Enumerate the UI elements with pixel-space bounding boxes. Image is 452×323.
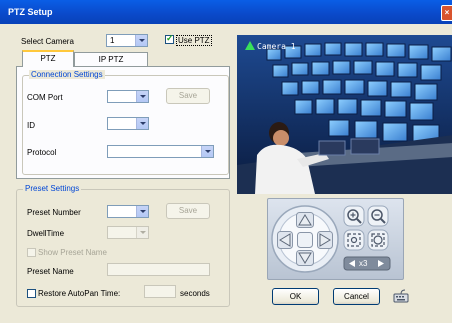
camera-select-value: 1: [110, 36, 115, 45]
connection-settings-title: Connection Settings: [29, 70, 105, 79]
zoom-in-icon: [347, 209, 362, 224]
chevron-down-icon: [135, 35, 147, 46]
preset-save-button[interactable]: Save: [166, 203, 210, 219]
protocol-select[interactable]: [107, 145, 214, 158]
connection-save-label: Save: [178, 91, 198, 100]
select-camera-label: Select Camera: [21, 37, 74, 46]
center-icon: [297, 232, 313, 248]
chevron-down-icon: [136, 206, 148, 217]
camera-preview: Camera 1: [237, 35, 452, 194]
triangle-right-icon: [378, 260, 384, 267]
use-ptz-label: Use PTZ: [176, 35, 212, 46]
dwell-time-select[interactable]: [107, 226, 149, 239]
focus-near-button[interactable]: [346, 232, 362, 248]
focus-far-icon: [371, 233, 385, 247]
control-room-image: [237, 35, 452, 194]
ptz-center-button[interactable]: [297, 232, 313, 248]
arrow-down-icon: [296, 250, 314, 266]
tab-ip-ptz-label: IP PTZ: [98, 55, 124, 64]
zoom-in-button[interactable]: [346, 208, 362, 224]
camera-label: Camera 1: [257, 42, 296, 51]
preset-name-input[interactable]: [107, 263, 210, 276]
restore-autopan-label: Restore AutoPan Time:: [38, 289, 121, 298]
cancel-label: Cancel: [344, 292, 369, 301]
com-port-select[interactable]: [107, 90, 149, 103]
id-select[interactable]: [107, 117, 149, 130]
com-port-label: COM Port: [27, 93, 63, 102]
zoom-out-icon: [371, 209, 386, 224]
chevron-down-icon: [201, 146, 213, 157]
ptz-left-button[interactable]: [277, 231, 293, 249]
keyboard-button[interactable]: [392, 288, 410, 304]
dwell-time-label: DwellTime: [27, 229, 65, 238]
speed-increase-button[interactable]: [377, 259, 385, 268]
autopan-time-input[interactable]: [144, 285, 176, 298]
ok-button[interactable]: OK: [272, 288, 319, 305]
cancel-button[interactable]: Cancel: [333, 288, 380, 305]
arrow-up-icon: [296, 212, 314, 228]
arrow-left-icon: [277, 231, 293, 249]
camera-select[interactable]: 1: [106, 34, 148, 47]
speed-label: x3: [359, 259, 368, 268]
show-preset-name-checkbox[interactable]: [27, 248, 36, 257]
camera-indicator-icon: [245, 41, 255, 50]
protocol-label: Protocol: [27, 148, 57, 157]
arrow-right-icon: [317, 231, 333, 249]
id-label: ID: [27, 121, 35, 130]
preset-number-label: Preset Number: [27, 208, 81, 217]
zoom-out-button[interactable]: [370, 208, 386, 224]
window-title: PTZ Setup: [8, 7, 53, 17]
tab-ip-ptz[interactable]: IP PTZ: [74, 52, 148, 66]
tab-ptz-label: PTZ: [40, 54, 56, 63]
ptz-right-button[interactable]: [317, 231, 333, 249]
ptz-down-button[interactable]: [296, 250, 314, 266]
ptz-setup-window: PTZ Setup × Select Camera 1 Use PTZ PTZ …: [0, 0, 452, 323]
keyboard-icon: [393, 289, 409, 303]
connection-save-button[interactable]: Save: [166, 88, 210, 104]
focus-near-icon: [347, 233, 361, 247]
ok-label: OK: [289, 292, 302, 301]
chevron-down-icon: [136, 118, 148, 129]
restore-autopan-checkbox[interactable]: [27, 289, 36, 298]
chevron-down-icon: [136, 91, 148, 102]
preset-save-label: Save: [178, 206, 198, 215]
tab-ptz[interactable]: PTZ: [22, 50, 74, 67]
ptz-control-pad: x3: [267, 198, 404, 280]
preset-number-select[interactable]: [107, 205, 149, 218]
close-button[interactable]: ×: [441, 5, 452, 21]
preset-settings-title: Preset Settings: [23, 184, 82, 193]
ptz-up-button[interactable]: [296, 212, 314, 228]
chevron-down-icon: [136, 227, 148, 238]
close-icon: ×: [444, 8, 450, 17]
use-ptz-checkbox[interactable]: [165, 33, 174, 44]
title-bar[interactable]: PTZ Setup ×: [0, 0, 452, 24]
show-preset-name-label: Show Preset Name: [38, 248, 107, 257]
triangle-left-icon: [349, 260, 355, 267]
seconds-label: seconds: [180, 289, 210, 298]
focus-far-button[interactable]: [370, 232, 386, 248]
preset-name-label: Preset Name: [27, 267, 74, 276]
speed-decrease-button[interactable]: [348, 259, 356, 268]
